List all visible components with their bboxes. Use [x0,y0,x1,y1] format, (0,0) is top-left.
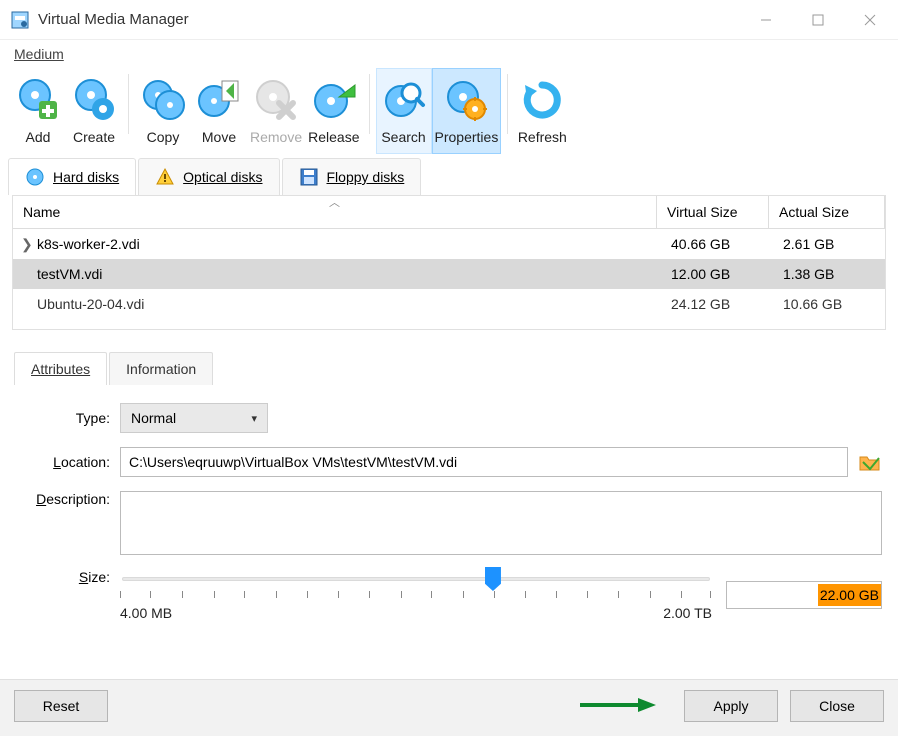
app-icon [10,10,30,30]
disk-type-tabs: Hard disks Optical disks Floppy disks [8,158,898,195]
reset-button[interactable]: Reset [14,690,108,722]
detail-tabs: Attributes Information [14,352,898,385]
button-bar: Reset Apply Close [0,679,898,736]
properties-icon [443,73,489,127]
table-row[interactable]: Ubuntu-20-04.vdi 24.12 GB 10.66 GB [13,289,885,319]
table-row[interactable]: testVM.vdi 12.00 GB 1.38 GB [13,259,885,289]
titlebar: Virtual Media Manager [0,0,898,40]
annotation-arrow [578,696,658,714]
size-min-label: 4.00 MB [120,605,172,621]
size-slider[interactable] [120,569,712,591]
column-name[interactable]: ︿Name [13,196,657,228]
move-icon [196,73,242,127]
create-icon [71,73,117,127]
list-header[interactable]: ︿Name Virtual Size Actual Size [13,196,885,229]
menubar: Medium [0,40,898,68]
close-button[interactable] [844,0,896,40]
slider-thumb[interactable] [485,567,501,591]
size-max-label: 2.00 TB [663,605,712,621]
type-label: Type: [16,410,120,426]
folder-icon [859,452,881,472]
sort-indicator-icon: ︿ [329,194,340,210]
column-actual-size[interactable]: Actual Size [769,196,885,228]
add-icon [15,73,61,127]
tab-hard-disks[interactable]: Hard disks [8,158,136,195]
hard-disk-icon [25,167,45,187]
close-button-bottom[interactable]: Close [790,690,884,722]
refresh-icon [519,73,565,127]
size-value: 22.00 GB [818,584,881,606]
move-button[interactable]: Move [191,68,247,154]
remove-icon [253,73,299,127]
tab-floppy-disks[interactable]: Floppy disks [282,158,422,195]
toolbar: Add Create Copy Move Remove Release Sear… [0,68,898,154]
remove-button[interactable]: Remove [247,68,305,154]
create-button[interactable]: Create [66,68,122,154]
type-combo[interactable]: Normal [120,403,268,433]
tab-optical-disks[interactable]: Optical disks [138,158,279,195]
refresh-button[interactable]: Refresh [514,68,570,154]
apply-button[interactable]: Apply [684,690,778,722]
attributes-form: Type: Normal Location: Description: Size… [0,385,898,643]
copy-icon [140,73,186,127]
table-row[interactable]: ❯ k8s-worker-2.vdi 40.66 GB 2.61 GB [13,229,885,259]
minimize-button[interactable] [740,0,792,40]
search-button[interactable]: Search [376,68,432,154]
menu-medium[interactable]: Medium [14,46,64,62]
search-icon [381,73,427,127]
floppy-icon [299,167,319,187]
description-label: Description: [16,491,120,507]
window-title: Virtual Media Manager [38,11,189,28]
disk-list: ︿Name Virtual Size Actual Size ❯ k8s-wor… [12,195,886,330]
expand-icon[interactable]: ❯ [21,236,33,253]
release-icon [311,73,357,127]
location-label: Location: [16,454,120,470]
slider-ticks [120,591,712,601]
list-rows[interactable]: ❯ k8s-worker-2.vdi 40.66 GB 2.61 GB test… [13,229,885,329]
browse-button[interactable] [858,450,882,474]
size-field[interactable]: 22.00 GB [726,581,882,609]
maximize-button[interactable] [792,0,844,40]
location-input[interactable] [120,447,848,477]
warning-icon [155,167,175,187]
tab-attributes[interactable]: Attributes [14,352,107,385]
tab-information[interactable]: Information [109,352,213,385]
add-button[interactable]: Add [10,68,66,154]
column-virtual-size[interactable]: Virtual Size [657,196,769,228]
size-label: Size: [16,569,120,585]
copy-button[interactable]: Copy [135,68,191,154]
release-button[interactable]: Release [305,68,362,154]
properties-button[interactable]: Properties [432,68,502,154]
description-textarea[interactable] [120,491,882,555]
